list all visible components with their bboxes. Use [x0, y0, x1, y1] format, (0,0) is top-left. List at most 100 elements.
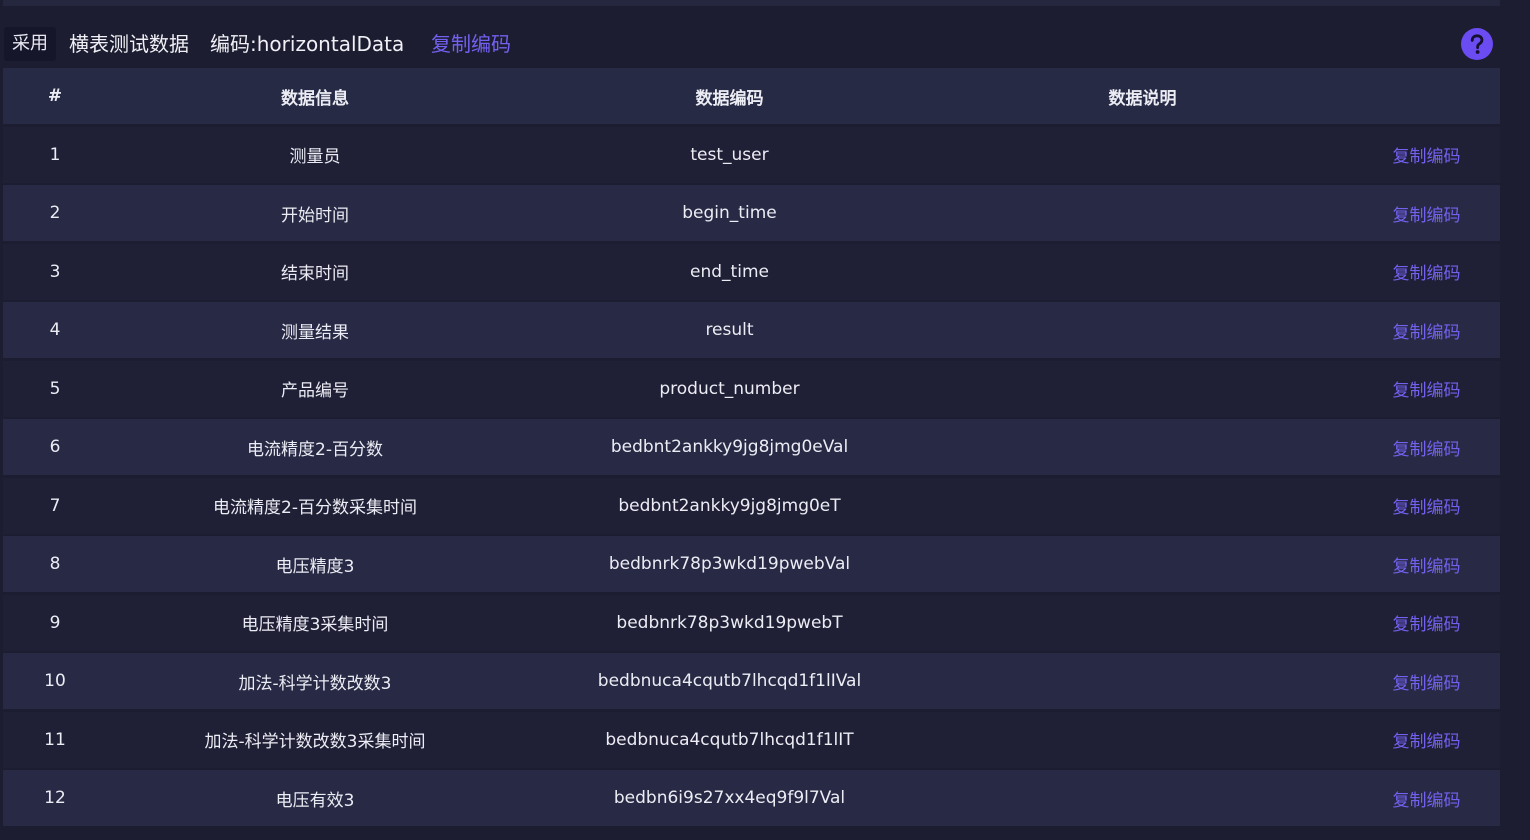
row-index-cell: 5	[3, 361, 107, 417]
row-index: 6	[49, 437, 61, 457]
row-data-code-cell: bedbnuca4cqutb7lhcqd1f1lIVal	[523, 653, 936, 709]
row-index: 10	[44, 671, 66, 691]
dataset-title: 横表测试数据	[69, 32, 189, 56]
row-index: 12	[44, 788, 66, 808]
row-data-info-cell: 加法-科学计数改数3采集时间	[107, 712, 523, 768]
code-value: horizontalData	[256, 32, 405, 56]
row-index-cell: 3	[3, 244, 107, 300]
table-row: 11 加法-科学计数改数3采集时间 bedbnuca4cqutb7lhcqd1f1l…	[3, 711, 1500, 768]
row-index-cell: 2	[3, 185, 107, 241]
row-index: 5	[49, 378, 61, 399]
copy-code-link[interactable]: 复制编码	[1389, 142, 1461, 167]
row-data-code: bedbnuca4cqutb7lhcqd1f1lIT	[605, 729, 854, 750]
row-data-code-cell: begin_time	[523, 185, 936, 241]
row-data-desc-cell	[936, 127, 1349, 183]
row-data-info-cell: 产品编号	[107, 361, 523, 417]
table-row: 4 测量结果 result 复制编码	[3, 302, 1500, 358]
copy-code-link[interactable]: 复制编码	[1389, 201, 1461, 226]
row-data-code-cell: result	[523, 302, 936, 358]
row-data-info-cell: 测量结果	[107, 302, 523, 358]
row-data-code: bedbnt2ankky9jg8jmg0eVal	[610, 437, 849, 457]
row-data-info: 开始时间	[281, 205, 349, 226]
row-copy-action-cell: 复制编码	[1349, 595, 1500, 651]
row-data-info-cell: 结束时间	[107, 244, 523, 300]
copy-code-link[interactable]: 复制编码	[1389, 610, 1461, 635]
row-index-cell: 6	[3, 419, 107, 475]
row-data-code: bedbn6i9s27xx4eq9f9l7Val	[613, 788, 846, 808]
row-data-info-cell: 电压精度3	[107, 536, 523, 592]
row-data-desc-cell	[936, 536, 1349, 592]
copy-dataset-code-link[interactable]: 复制编码	[431, 30, 511, 58]
row-data-desc-cell	[936, 653, 1349, 709]
row-data-code: end_time	[690, 261, 769, 282]
row-data-code-cell: bedbn6i9s27xx4eq9f9l7Val	[523, 770, 936, 826]
row-copy-action-cell: 复制编码	[1349, 127, 1500, 183]
row-data-info-cell: 加法-科学计数改数3	[107, 653, 523, 709]
row-data-info: 加法-科学计数改数3采集时间	[204, 732, 426, 752]
row-data-code: bedbnrk78p3wkd19pwebVal	[608, 554, 851, 574]
row-copy-action-cell: 复制编码	[1349, 244, 1500, 300]
row-data-code: bedbnuca4cqutb7lhcqd1f1lIVal	[597, 671, 862, 691]
row-copy-action-cell: 复制编码	[1349, 536, 1500, 592]
row-data-desc-cell	[936, 712, 1349, 768]
copy-code-link[interactable]: 复制编码	[1389, 727, 1461, 752]
copy-code-link[interactable]: 复制编码	[1389, 786, 1461, 811]
help-button[interactable]	[1461, 28, 1493, 60]
row-index-cell: 12	[3, 770, 107, 826]
row-data-code-cell: bedbnrk78p3wkd19pwebT	[523, 595, 936, 651]
table-row: 5 产品编号 product_number 复制编码	[3, 360, 1500, 417]
table-row: 10 加法-科学计数改数3 bedbnuca4cqutb7lhcqd1f1lIVal…	[3, 653, 1500, 709]
row-data-code-cell: bedbnrk78p3wkd19pwebVal	[523, 536, 936, 592]
code-label: 编码:	[210, 32, 257, 56]
table-row: 6 电流精度2-百分数 bedbnt2ankky9jg8jmg0eVal 复制编码	[3, 419, 1500, 475]
row-data-code-cell: product_number	[523, 361, 936, 417]
dataset-code: 编码:horizontalData	[210, 30, 404, 58]
row-data-info-cell: 电压精度3采集时间	[107, 595, 523, 651]
data-table: # 数据信息 数据编码 数据说明 1 测量员 test_user 复制编码 2 开始时间 b…	[3, 68, 1500, 829]
row-data-code: result	[705, 320, 754, 340]
row-data-desc-cell	[936, 361, 1349, 417]
row-index: 11	[44, 729, 66, 750]
row-index: 9	[49, 612, 61, 633]
row-data-info: 加法-科学计数改数3	[238, 673, 392, 694]
row-data-desc-cell	[936, 185, 1349, 241]
row-data-desc-cell	[936, 770, 1349, 826]
row-data-info: 产品编号	[281, 381, 349, 401]
copy-code-link[interactable]: 复制编码	[1389, 318, 1461, 343]
row-index-cell: 11	[3, 712, 107, 768]
row-data-desc-cell	[936, 302, 1349, 358]
row-copy-action-cell: 复制编码	[1349, 478, 1500, 534]
row-index-cell: 7	[3, 478, 107, 534]
row-data-info-cell: 电压有效3	[107, 770, 523, 826]
row-data-desc-cell	[936, 419, 1349, 475]
question-mark-icon	[1470, 34, 1484, 54]
row-data-info-cell: 电流精度2-百分数	[107, 419, 523, 475]
row-data-info: 结束时间	[281, 264, 349, 284]
table-row: 9 电压精度3采集时间 bedbnrk78p3wkd19pwebT 复制编码	[3, 594, 1500, 651]
table-row: 8 电压精度3 bedbnrk78p3wkd19pwebVal 复制编码	[3, 536, 1500, 592]
table-row: 7 电流精度2-百分数采集时间 bedbnt2ankky9jg8jmg0eT 复制编码	[3, 477, 1500, 534]
copy-code-link[interactable]: 复制编码	[1389, 493, 1461, 518]
row-data-info: 电流精度2-百分数	[247, 439, 383, 460]
row-copy-action-cell: 复制编码	[1349, 361, 1500, 417]
copy-code-link[interactable]: 复制编码	[1389, 669, 1461, 694]
table-row: 12 电压有效3 bedbn6i9s27xx4eq9f9l7Val 复制编码	[3, 770, 1500, 826]
row-data-code-cell: test_user	[523, 127, 936, 183]
row-index: 1	[49, 144, 61, 165]
row-data-code-cell: bedbnt2ankky9jg8jmg0eT	[523, 478, 936, 534]
adopt-badge[interactable]: 采用	[4, 27, 56, 61]
column-header-code: 数据编码	[695, 88, 764, 109]
table-row: 1 测量员 test_user 复制编码	[3, 126, 1500, 183]
row-data-info-cell: 测量员	[107, 127, 523, 183]
copy-code-link[interactable]: 复制编码	[1389, 376, 1461, 401]
copy-code-link[interactable]: 复制编码	[1389, 435, 1461, 460]
row-copy-action-cell: 复制编码	[1349, 770, 1500, 826]
page: 采用 横表测试数据 编码:horizontalData 复制编码 # 数据信息 …	[0, 0, 1530, 840]
row-index-cell: 8	[3, 536, 107, 592]
copy-code-link[interactable]: 复制编码	[1389, 552, 1461, 577]
column-header-info: 数据信息	[281, 88, 349, 109]
row-index: 3	[49, 261, 61, 282]
column-header-index: #	[47, 86, 63, 106]
copy-code-link[interactable]: 复制编码	[1389, 259, 1461, 284]
row-index: 2	[49, 203, 61, 223]
